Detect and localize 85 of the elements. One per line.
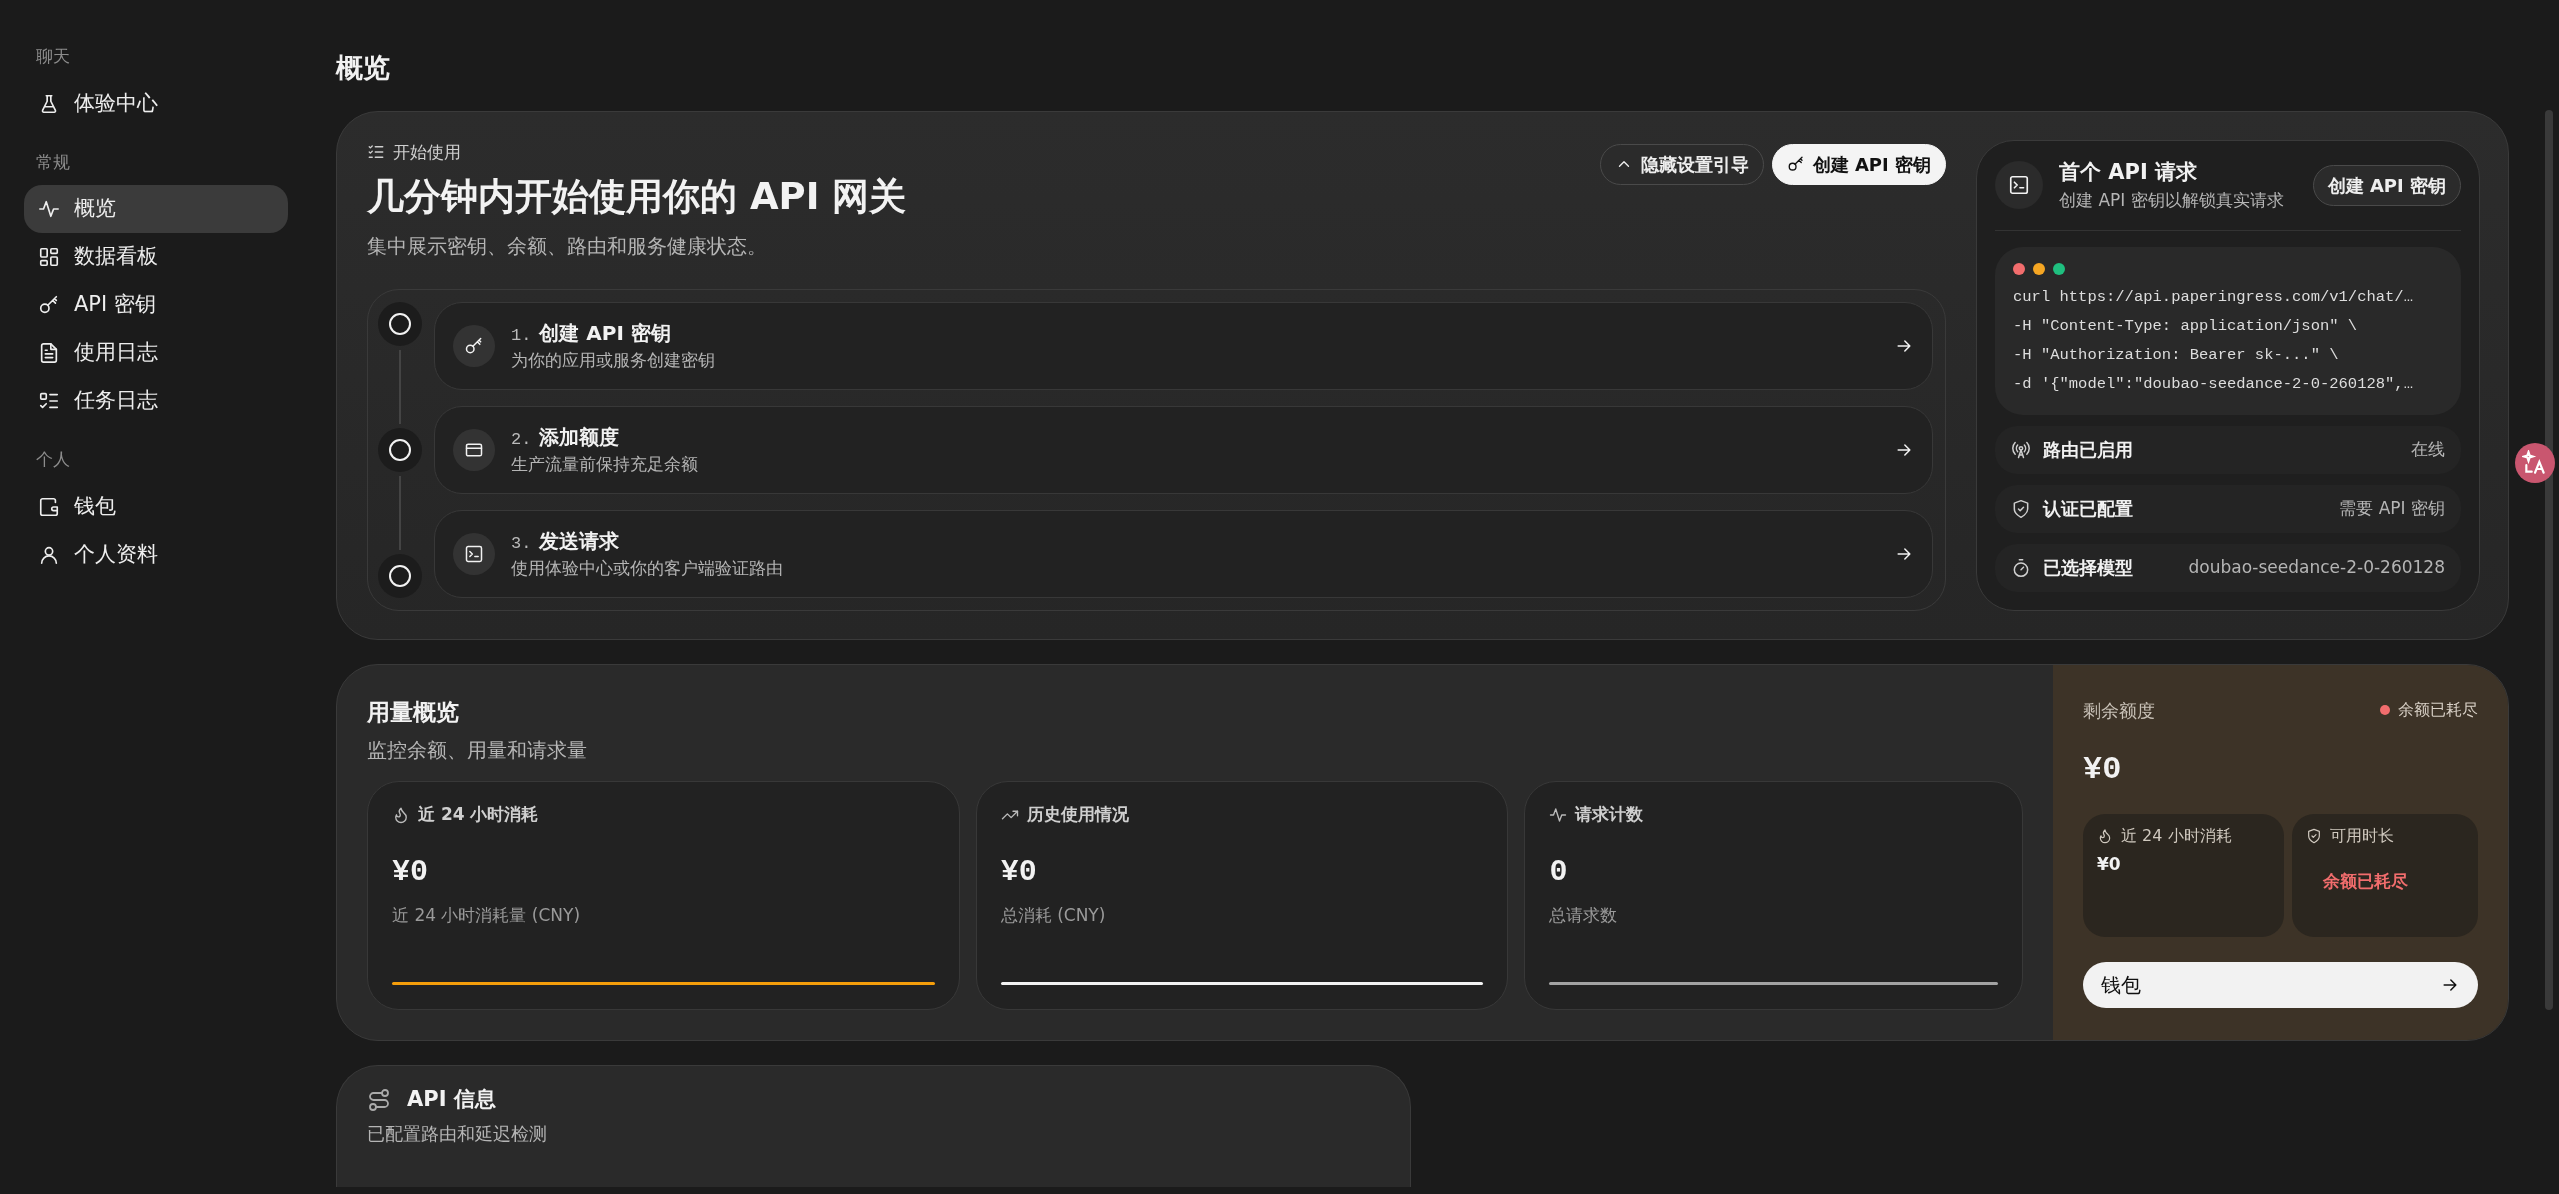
- subtitle: 集中展示密钥、余额、路由和服务健康状态。: [367, 232, 768, 260]
- create-key-button[interactable]: 创建 API 密钥: [1771, 143, 1946, 185]
- status-value: doubao-seedance-2-0-260128: [2188, 555, 2445, 579]
- code-line: -H "Authorization: Bearer sk-..." \: [2013, 344, 2340, 366]
- wallet-icon: [38, 495, 60, 518]
- step-description: 为你的应用或服务创建密钥: [511, 349, 716, 372]
- stat-caption: 总请求数: [1549, 903, 1619, 927]
- activity-icon: [38, 198, 60, 220]
- sidebar-item[interactable]: 数据看板: [24, 233, 288, 281]
- step-number: 3.: [511, 533, 532, 553]
- step-title: 发送请求: [539, 528, 620, 553]
- stat-value: ¥0: [1000, 853, 1038, 891]
- flame-icon: [392, 805, 410, 824]
- section-label: 常规: [36, 150, 71, 174]
- stat-label: 近 24 小时消耗: [418, 803, 539, 826]
- wallet-button[interactable]: 钱包: [2083, 962, 2478, 1008]
- balance-label: 剩余额度: [2083, 698, 2155, 723]
- page-title: 概览: [336, 51, 391, 85]
- section-label: 聊天: [36, 45, 71, 68]
- stat-caption: 总消耗 (CNY): [1000, 903, 1107, 927]
- window-dot-icon: [2053, 262, 2065, 275]
- document-icon: [38, 342, 60, 364]
- translate-icon[interactable]: [2515, 443, 2555, 483]
- scrollbar[interactable]: [2545, 110, 2553, 1010]
- status-label: 认证已配置: [2043, 497, 2133, 521]
- flame-icon: [2097, 827, 2113, 844]
- timer-icon: [2011, 557, 2031, 578]
- stat-label: 历史使用情况: [1026, 803, 1129, 826]
- section-subtitle: 已配置路由和延迟检测: [367, 1121, 548, 1146]
- section-title: 用量概览: [367, 697, 460, 727]
- sidebar-item[interactable]: 个人资料: [24, 530, 288, 579]
- key-icon: [464, 335, 484, 356]
- sidebar-item[interactable]: 使用日志: [24, 329, 288, 377]
- step-number: 1.: [511, 325, 532, 345]
- code-line: curl https://api.paperingress.com/v1/chat/…: [2013, 286, 2414, 308]
- status-label: 已选择模型: [2043, 556, 2133, 580]
- status-value: 在线: [2411, 437, 2445, 461]
- code-line: -d '{"model":"doubao-seedance-2-0-260128",…: [2013, 373, 2414, 395]
- activity-icon: [1549, 805, 1568, 824]
- sidebar-item[interactable]: 体验中心: [24, 79, 288, 128]
- sidebar-item[interactable]: 概览: [24, 185, 288, 233]
- window-dot-icon: [2033, 262, 2045, 275]
- terminal-icon: [464, 543, 484, 564]
- status-label: 路由已启用: [2043, 438, 2133, 462]
- shield-check-icon: [2011, 498, 2031, 519]
- step-description: 使用体验中心或你的客户端验证路由: [511, 557, 784, 580]
- terminal-icon: [2008, 174, 2030, 196]
- sidebar-item[interactable]: API 密钥: [24, 281, 288, 329]
- tile-label: 可用时长: [2330, 824, 2395, 847]
- heading: 几分钟内开始使用你的 API 网关: [367, 174, 907, 220]
- section-label: 个人: [36, 448, 71, 471]
- step-row[interactable]: 1. 创建 API 密钥 为你的应用或服务创建密钥: [434, 301, 1933, 390]
- tile-value: 余额已耗尽: [2322, 869, 2410, 893]
- shield-check-icon: [2306, 827, 2323, 844]
- hide-guide-button[interactable]: 隐藏设置引导: [1599, 143, 1764, 185]
- sidebar-item[interactable]: 任务日志: [24, 377, 288, 425]
- step-row[interactable]: 3. 发送请求 使用体验中心或你的客户端验证路由: [434, 509, 1933, 598]
- step-description: 生产流量前保持充足余额: [511, 453, 699, 476]
- stat-caption: 近 24 小时消耗量 (CNY): [392, 903, 582, 927]
- step-title: 添加额度: [539, 424, 620, 449]
- section-subtitle: 监控余额、用量和请求量: [367, 737, 588, 764]
- section-title: API 信息: [407, 1086, 496, 1113]
- tile-label: 近 24 小时消耗: [2121, 824, 2232, 847]
- step-title: 创建 API 密钥: [539, 320, 671, 345]
- balance-status: 余额已耗尽: [2398, 699, 2478, 721]
- sidebar-item[interactable]: 钱包: [24, 482, 288, 531]
- route-icon: [367, 1087, 391, 1112]
- tile-value: ¥0: [2097, 852, 2122, 876]
- balance-amount: ¥0: [2083, 749, 2123, 790]
- key-icon: [1786, 155, 1805, 173]
- status-value: 需要 API 密钥: [2339, 496, 2445, 520]
- stat-label: 请求计数: [1575, 803, 1644, 826]
- stat-value: ¥0: [392, 853, 429, 891]
- antenna-icon: [2011, 439, 2031, 460]
- create-key-button[interactable]: 创建 API 密钥: [2312, 164, 2461, 206]
- section-label: 开始使用: [393, 140, 461, 164]
- step-number: 2.: [511, 429, 532, 449]
- dashboard-icon: [38, 246, 60, 268]
- step-row[interactable]: 2. 添加额度 生产流量前保持充足余额: [434, 405, 1933, 494]
- panel-subtitle: 创建 API 密钥以解锁真实请求: [2059, 189, 2285, 212]
- window-dot-icon: [2013, 262, 2025, 275]
- code-line: -H "Content-Type: application/json" \: [2013, 315, 2359, 337]
- stat-value: 0: [1549, 853, 1569, 891]
- panel-title: 首个 API 请求: [2059, 158, 2199, 186]
- key-icon: [38, 294, 60, 316]
